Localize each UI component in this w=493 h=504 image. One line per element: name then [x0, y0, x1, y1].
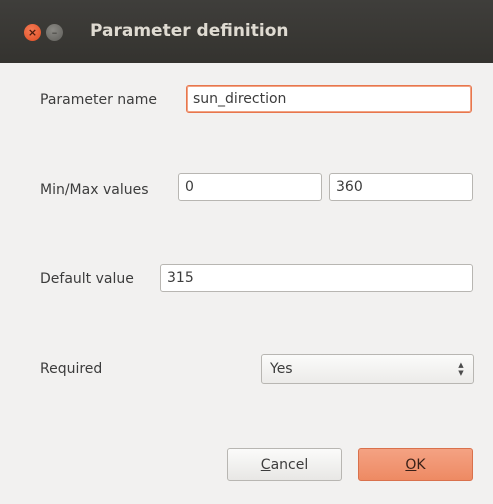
default-value-input[interactable]: 315 — [160, 264, 473, 292]
dialog-content: Parameter name sun_direction Min/Max val… — [0, 63, 493, 504]
required-label: Required — [40, 361, 103, 377]
title-bar: × – Parameter definition — [0, 0, 493, 63]
parameter-name-input[interactable]: sun_direction — [186, 85, 472, 113]
ok-mnemonic: O — [405, 456, 417, 473]
ok-button[interactable]: OK — [358, 448, 473, 481]
parameter-name-label: Parameter name — [40, 92, 157, 108]
dialog-window: × – Parameter definition Parameter name … — [0, 0, 493, 504]
window-title: Parameter definition — [90, 21, 289, 41]
max-value-input[interactable]: 360 — [329, 173, 473, 201]
close-icon[interactable]: × — [24, 24, 41, 41]
cancel-button[interactable]: Cancel — [227, 448, 342, 481]
minimize-glyph: – — [51, 26, 58, 39]
default-value-label: Default value — [40, 271, 134, 287]
cancel-mnemonic: C — [260, 456, 271, 473]
close-glyph: × — [27, 26, 38, 39]
minimize-icon[interactable]: – — [46, 24, 63, 41]
up-down-arrows-icon: ▲ ▼ — [458, 361, 464, 377]
cancel-label-rest: ancel — [270, 456, 309, 473]
ok-label-rest: K — [416, 456, 426, 473]
required-selected-value: Yes — [270, 361, 293, 377]
min-max-label: Min/Max values — [40, 182, 149, 198]
required-select[interactable]: Yes ▲ ▼ — [261, 354, 474, 384]
min-value-input[interactable]: 0 — [178, 173, 322, 201]
